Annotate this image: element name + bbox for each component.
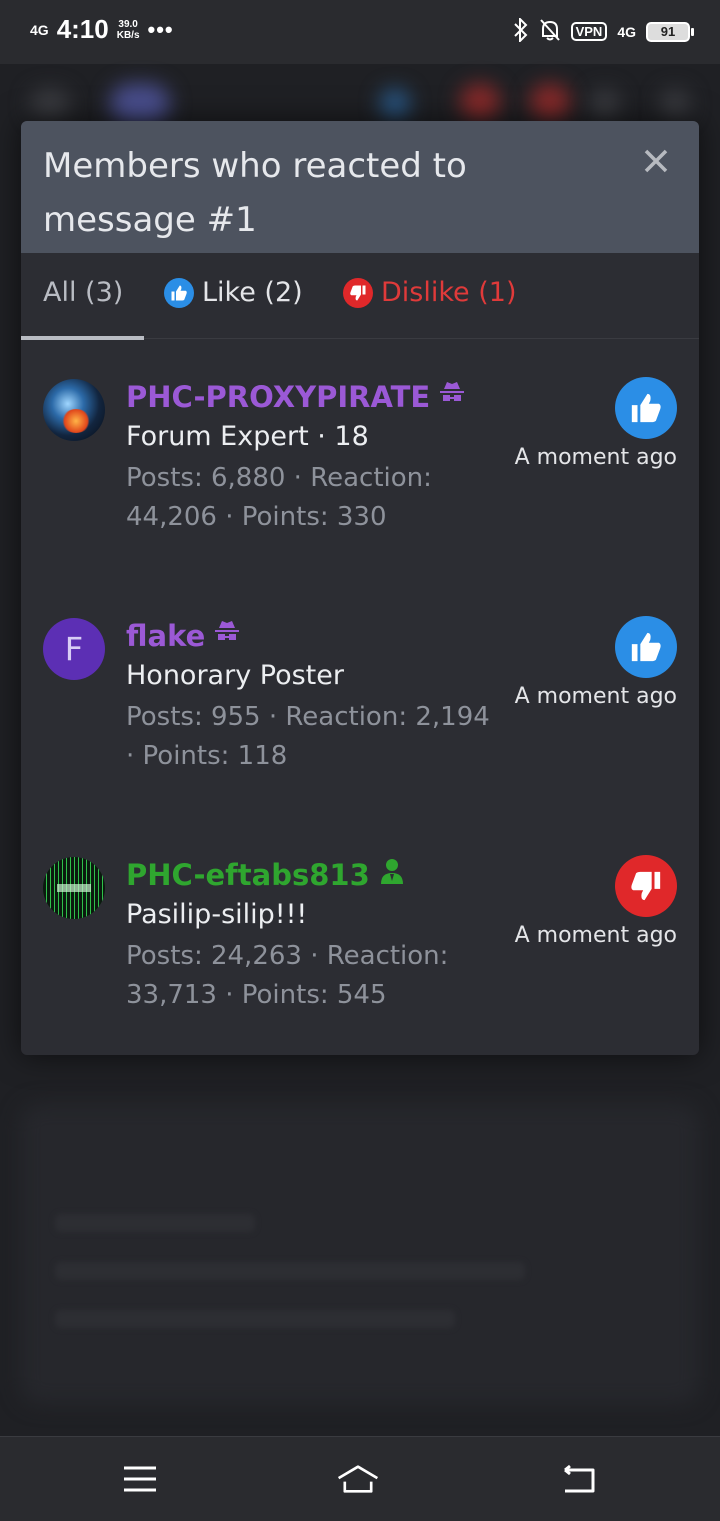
- tab-dislike[interactable]: Dislike (1): [343, 277, 516, 308]
- network-speed-value: 39.0: [118, 18, 138, 30]
- member-row: F flake Honorary Poster Posts: 955 · Rea…: [21, 616, 699, 818]
- more-notifications-icon: •••: [147, 16, 174, 42]
- bg-icon: [660, 89, 690, 119]
- active-tab-indicator: [21, 336, 144, 340]
- network-indicator: 4G: [30, 21, 49, 38]
- battery-indicator: 91: [646, 21, 694, 42]
- tab-like[interactable]: Like (2): [164, 277, 303, 308]
- clock: 4:10: [56, 14, 109, 44]
- member-name-link[interactable]: PHC-PROXYPIRATE: [126, 379, 466, 414]
- bg-text-line: [55, 1310, 455, 1328]
- member-name: PHC-eftabs813: [126, 857, 370, 892]
- avatar[interactable]: [43, 857, 105, 919]
- tab-like-label: Like (2): [202, 277, 303, 308]
- back-icon[interactable]: [556, 1457, 600, 1501]
- member-stats: Posts: 955 · Reaction: 2,194 · Points: 1…: [126, 702, 490, 771]
- reaction-time: A moment ago: [514, 445, 677, 470]
- incognito-icon: [438, 379, 466, 414]
- home-icon[interactable]: [336, 1457, 380, 1501]
- reaction-tabs: All (3) Like (2) Dislike (1): [21, 253, 699, 340]
- bg-icon: [460, 84, 500, 120]
- member-title: Forum Expert · 18: [126, 421, 369, 452]
- network-speed-unit: KB/s: [116, 29, 140, 41]
- network-speed: 39.0 KB/s: [117, 19, 140, 41]
- network-indicator-right: 4G: [617, 23, 636, 40]
- bg-icon: [590, 89, 620, 119]
- menu-icon[interactable]: [118, 1457, 162, 1501]
- bg-menu-icon: [30, 89, 70, 119]
- avatar[interactable]: [43, 379, 105, 441]
- bg-logo: [110, 84, 170, 124]
- member-name-link[interactable]: flake: [126, 618, 241, 653]
- reactions-modal: Members who reacted to message #1 All (3…: [21, 121, 699, 1055]
- member-title: Pasilip-silip!!!: [126, 899, 308, 930]
- member-stats: Posts: 24,263 · Reaction: 33,713 · Point…: [126, 941, 449, 1010]
- thumbs-down-icon: [615, 855, 677, 917]
- tab-dislike-label: Dislike (1): [381, 277, 517, 308]
- member-title: Honorary Poster: [126, 660, 344, 691]
- reaction-time: A moment ago: [514, 684, 677, 709]
- member-row: PHC-PROXYPIRATE Forum Expert · 18 Posts:…: [21, 377, 699, 579]
- bg-editor: [20, 1104, 700, 1404]
- thumbs-up-icon: [615, 616, 677, 678]
- member-name: flake: [126, 618, 206, 653]
- bg-text-line: [55, 1262, 525, 1280]
- system-nav-bar: [0, 1436, 720, 1521]
- user-secret-icon: [378, 857, 406, 892]
- incognito-icon: [213, 618, 241, 653]
- modal-title: Members who reacted to message #1: [43, 146, 467, 240]
- bg-icon: [530, 84, 570, 120]
- close-icon[interactable]: [643, 143, 669, 183]
- vpn-badge: VPN: [570, 22, 608, 41]
- status-right: VPN 4G 91: [513, 16, 694, 45]
- thumbs-up-icon: [164, 277, 194, 308]
- member-name-link[interactable]: PHC-eftabs813: [126, 857, 406, 892]
- thumbs-up-icon: [615, 377, 677, 439]
- status-bar: 4G 4:10 39.0 KB/s ••• VPN 4G 91: [0, 0, 720, 64]
- member-row: PHC-eftabs813 Pasilip-silip!!! Posts: 24…: [21, 855, 699, 1055]
- reaction-time: A moment ago: [514, 923, 677, 948]
- avatar-letter: F: [64, 630, 84, 668]
- member-name: PHC-PROXYPIRATE: [126, 379, 431, 414]
- modal-header: Members who reacted to message #1: [21, 121, 699, 253]
- mute-icon: [539, 18, 561, 45]
- member-stats: Posts: 6,880 · Reaction: 44,206 · Points…: [126, 463, 432, 532]
- avatar[interactable]: F: [43, 618, 105, 680]
- bg-text-line: [55, 1214, 255, 1232]
- bg-icon: [380, 89, 410, 119]
- bluetooth-icon: [513, 16, 529, 45]
- tab-all-label: All (3): [43, 277, 124, 308]
- thumbs-down-icon: [343, 277, 373, 308]
- tab-all[interactable]: All (3): [43, 277, 123, 308]
- status-left: 4G 4:10 39.0 KB/s •••: [30, 14, 174, 45]
